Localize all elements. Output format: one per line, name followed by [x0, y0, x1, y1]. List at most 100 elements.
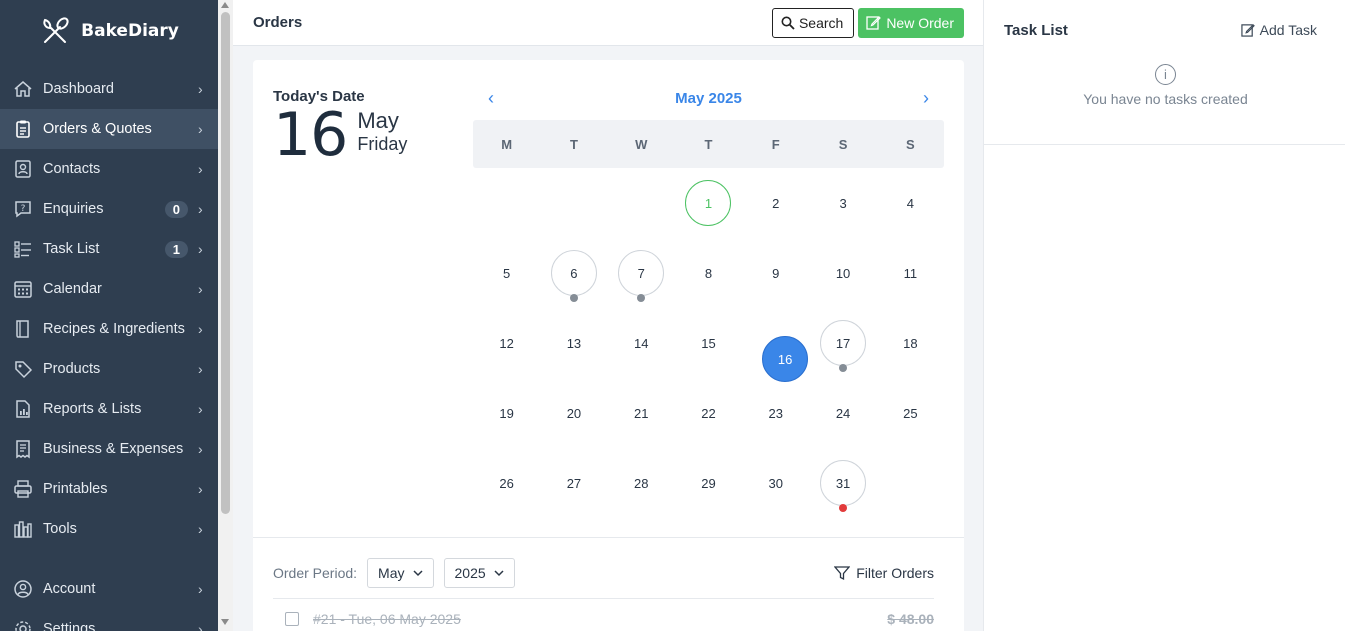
- sidebar-item-tools[interactable]: Tools ›: [0, 509, 218, 549]
- sidebar: BakeDiary Dashboard › Orders & Quotes › …: [0, 0, 218, 631]
- filter-funnel-icon: [834, 566, 851, 581]
- calendar-day-cell[interactable]: 23: [742, 378, 809, 448]
- calendar-month-title[interactable]: May 2025: [675, 90, 742, 107]
- search-button-label: Search: [798, 14, 844, 31]
- order-dot: [839, 364, 848, 372]
- calendar-day-cell[interactable]: 27: [540, 448, 607, 518]
- calendar-day-cell[interactable]: 26: [473, 448, 540, 518]
- sidebar-item-label: Tools: [43, 521, 77, 537]
- order-period-label: Order Period:: [273, 565, 358, 581]
- order-row[interactable]: #21 - Tue, 06 May 2025 $ 48.00: [273, 598, 934, 631]
- weekday-label: F: [771, 136, 780, 152]
- calendar-day-cell[interactable]: 16: [742, 308, 809, 382]
- chevron-right-icon: ›: [198, 361, 203, 377]
- sidebar-item-account[interactable]: Account ›: [0, 569, 218, 609]
- report-icon: [12, 398, 34, 420]
- sidebar-item-task-list[interactable]: Task List 1 ›: [0, 229, 218, 269]
- sidebar-item-label: Products: [43, 361, 101, 377]
- page-title: Orders: [253, 14, 303, 31]
- calendar-day-number: 4: [906, 195, 914, 211]
- order-done-checkbox[interactable]: [285, 611, 299, 626]
- weekday-label: S: [906, 136, 915, 152]
- calendar-day-cell[interactable]: 20: [540, 378, 607, 448]
- tag-icon: [12, 358, 34, 380]
- sidebar-item-orders-quotes[interactable]: Orders & Quotes ›: [0, 109, 218, 149]
- next-month-chevron-icon[interactable]: ›: [916, 88, 936, 109]
- add-task-button[interactable]: Add Task: [1240, 22, 1317, 38]
- month-select[interactable]: May: [367, 558, 434, 588]
- chevron-right-icon: ›: [198, 201, 203, 217]
- today-weekday: Friday: [357, 134, 408, 154]
- calendar-day-cell[interactable]: 19: [473, 378, 540, 448]
- calendar-blank-cell: [608, 168, 675, 238]
- sidebar-item-products[interactable]: Products ›: [0, 349, 218, 389]
- sidebar-scrollbar[interactable]: [218, 0, 233, 631]
- calendar-day-cell[interactable]: 6: [540, 238, 607, 308]
- calendar-day-cell[interactable]: 21: [608, 378, 675, 448]
- info-icon: i: [1155, 64, 1176, 85]
- calendar-day-cell[interactable]: 31: [809, 448, 876, 518]
- calendar-day-cell[interactable]: 25: [877, 378, 944, 448]
- calendar-day-cell[interactable]: 2: [742, 168, 809, 238]
- calendar-day-cell[interactable]: 30: [742, 448, 809, 518]
- scroll-down-arrow-icon[interactable]: [221, 619, 229, 625]
- calendar-day-number: 15: [701, 335, 716, 351]
- calendar-day-number: 30: [768, 475, 784, 491]
- sidebar-item-printables[interactable]: Printables ›: [0, 469, 218, 509]
- calendar-day-cell[interactable]: 7: [608, 238, 675, 308]
- sidebar-item-business[interactable]: Business & Expenses ›: [0, 429, 218, 469]
- calendar-day-cell[interactable]: 1: [675, 168, 742, 238]
- calendar-day-cell[interactable]: 10: [809, 238, 876, 308]
- calendar-day-cell[interactable]: 24: [809, 378, 876, 448]
- calendar-day-cell[interactable]: 3: [809, 168, 876, 238]
- calendar-day-grid: 1 2 3 4 5 6 7 8 9 10 11 12 13 14 15 16 17 18 19 20 21 22 23 24 2…: [473, 168, 944, 518]
- sidebar-item-reports[interactable]: Reports & Lists ›: [0, 389, 218, 429]
- sidebar-item-calendar[interactable]: Calendar ›: [0, 269, 218, 309]
- calendar-blank-cell: [540, 168, 607, 238]
- calendar-day-number: 11: [903, 265, 918, 281]
- calendar-day-cell[interactable]: 18: [877, 308, 944, 378]
- weekday-header-row: M T W T F S S: [473, 120, 944, 168]
- calendar-day-cell[interactable]: 12: [473, 308, 540, 378]
- scrollbar-thumb[interactable]: [221, 12, 230, 514]
- weekday-label: S: [838, 136, 848, 152]
- calendar-day-cell[interactable]: 15: [675, 308, 742, 378]
- calendar-day-cell[interactable]: 11: [877, 238, 944, 308]
- calendar-day-number: 19: [499, 405, 514, 421]
- calendar-day-cell[interactable]: 28: [608, 448, 675, 518]
- year-select[interactable]: 2025: [443, 558, 515, 588]
- calendar-day-cell[interactable]: 8: [675, 238, 742, 308]
- scroll-up-arrow-icon[interactable]: [221, 2, 229, 8]
- sidebar-item-settings[interactable]: Settings ›: [0, 609, 218, 631]
- calendar-day-cell[interactable]: 22: [675, 378, 742, 448]
- prev-month-chevron-icon[interactable]: ‹: [481, 88, 501, 109]
- calendar-day-cell[interactable]: 14: [608, 308, 675, 378]
- calendar-day-number: 24: [835, 405, 851, 421]
- weekday-label: T: [704, 136, 713, 152]
- filter-orders-button[interactable]: Filter Orders: [834, 565, 934, 581]
- sidebar-item-enquiries[interactable]: ? Enquiries 0 ›: [0, 189, 218, 229]
- calendar-day-cell[interactable]: 29: [675, 448, 742, 518]
- sidebar-item-recipes[interactable]: Recipes & Ingredients ›: [0, 309, 218, 349]
- calendar-day-cell[interactable]: 4: [877, 168, 944, 238]
- calendar-day-cell[interactable]: 13: [540, 308, 607, 378]
- calendar-day-number: 12: [499, 335, 514, 351]
- calendar-day-number: 3: [839, 195, 847, 211]
- sidebar-item-dashboard[interactable]: Dashboard ›: [0, 69, 218, 109]
- chevron-right-icon: ›: [198, 281, 203, 297]
- sidebar-item-label: Business & Expenses: [43, 441, 184, 457]
- order-due-dot: [839, 504, 848, 512]
- sidebar-item-contacts[interactable]: Contacts ›: [0, 149, 218, 189]
- calendar-day-number: 22: [701, 405, 716, 421]
- calendar-day-number: 28: [633, 475, 649, 491]
- brand[interactable]: BakeDiary: [0, 0, 218, 62]
- sidebar-item-label: Calendar: [43, 281, 102, 297]
- chevron-right-icon: ›: [198, 481, 203, 497]
- calendar-day-cell[interactable]: 5: [473, 238, 540, 308]
- calendar-day-cell[interactable]: 9: [742, 238, 809, 308]
- new-order-button[interactable]: New Order: [858, 7, 964, 38]
- today-month: May: [357, 108, 399, 133]
- search-button[interactable]: Search: [771, 7, 855, 38]
- month-calendar: ‹ May 2025 › M T W T F S S 1 2 3 4 5 6 7 8 9 10 11…: [473, 84, 944, 518]
- calendar-day-cell[interactable]: 17: [809, 308, 876, 378]
